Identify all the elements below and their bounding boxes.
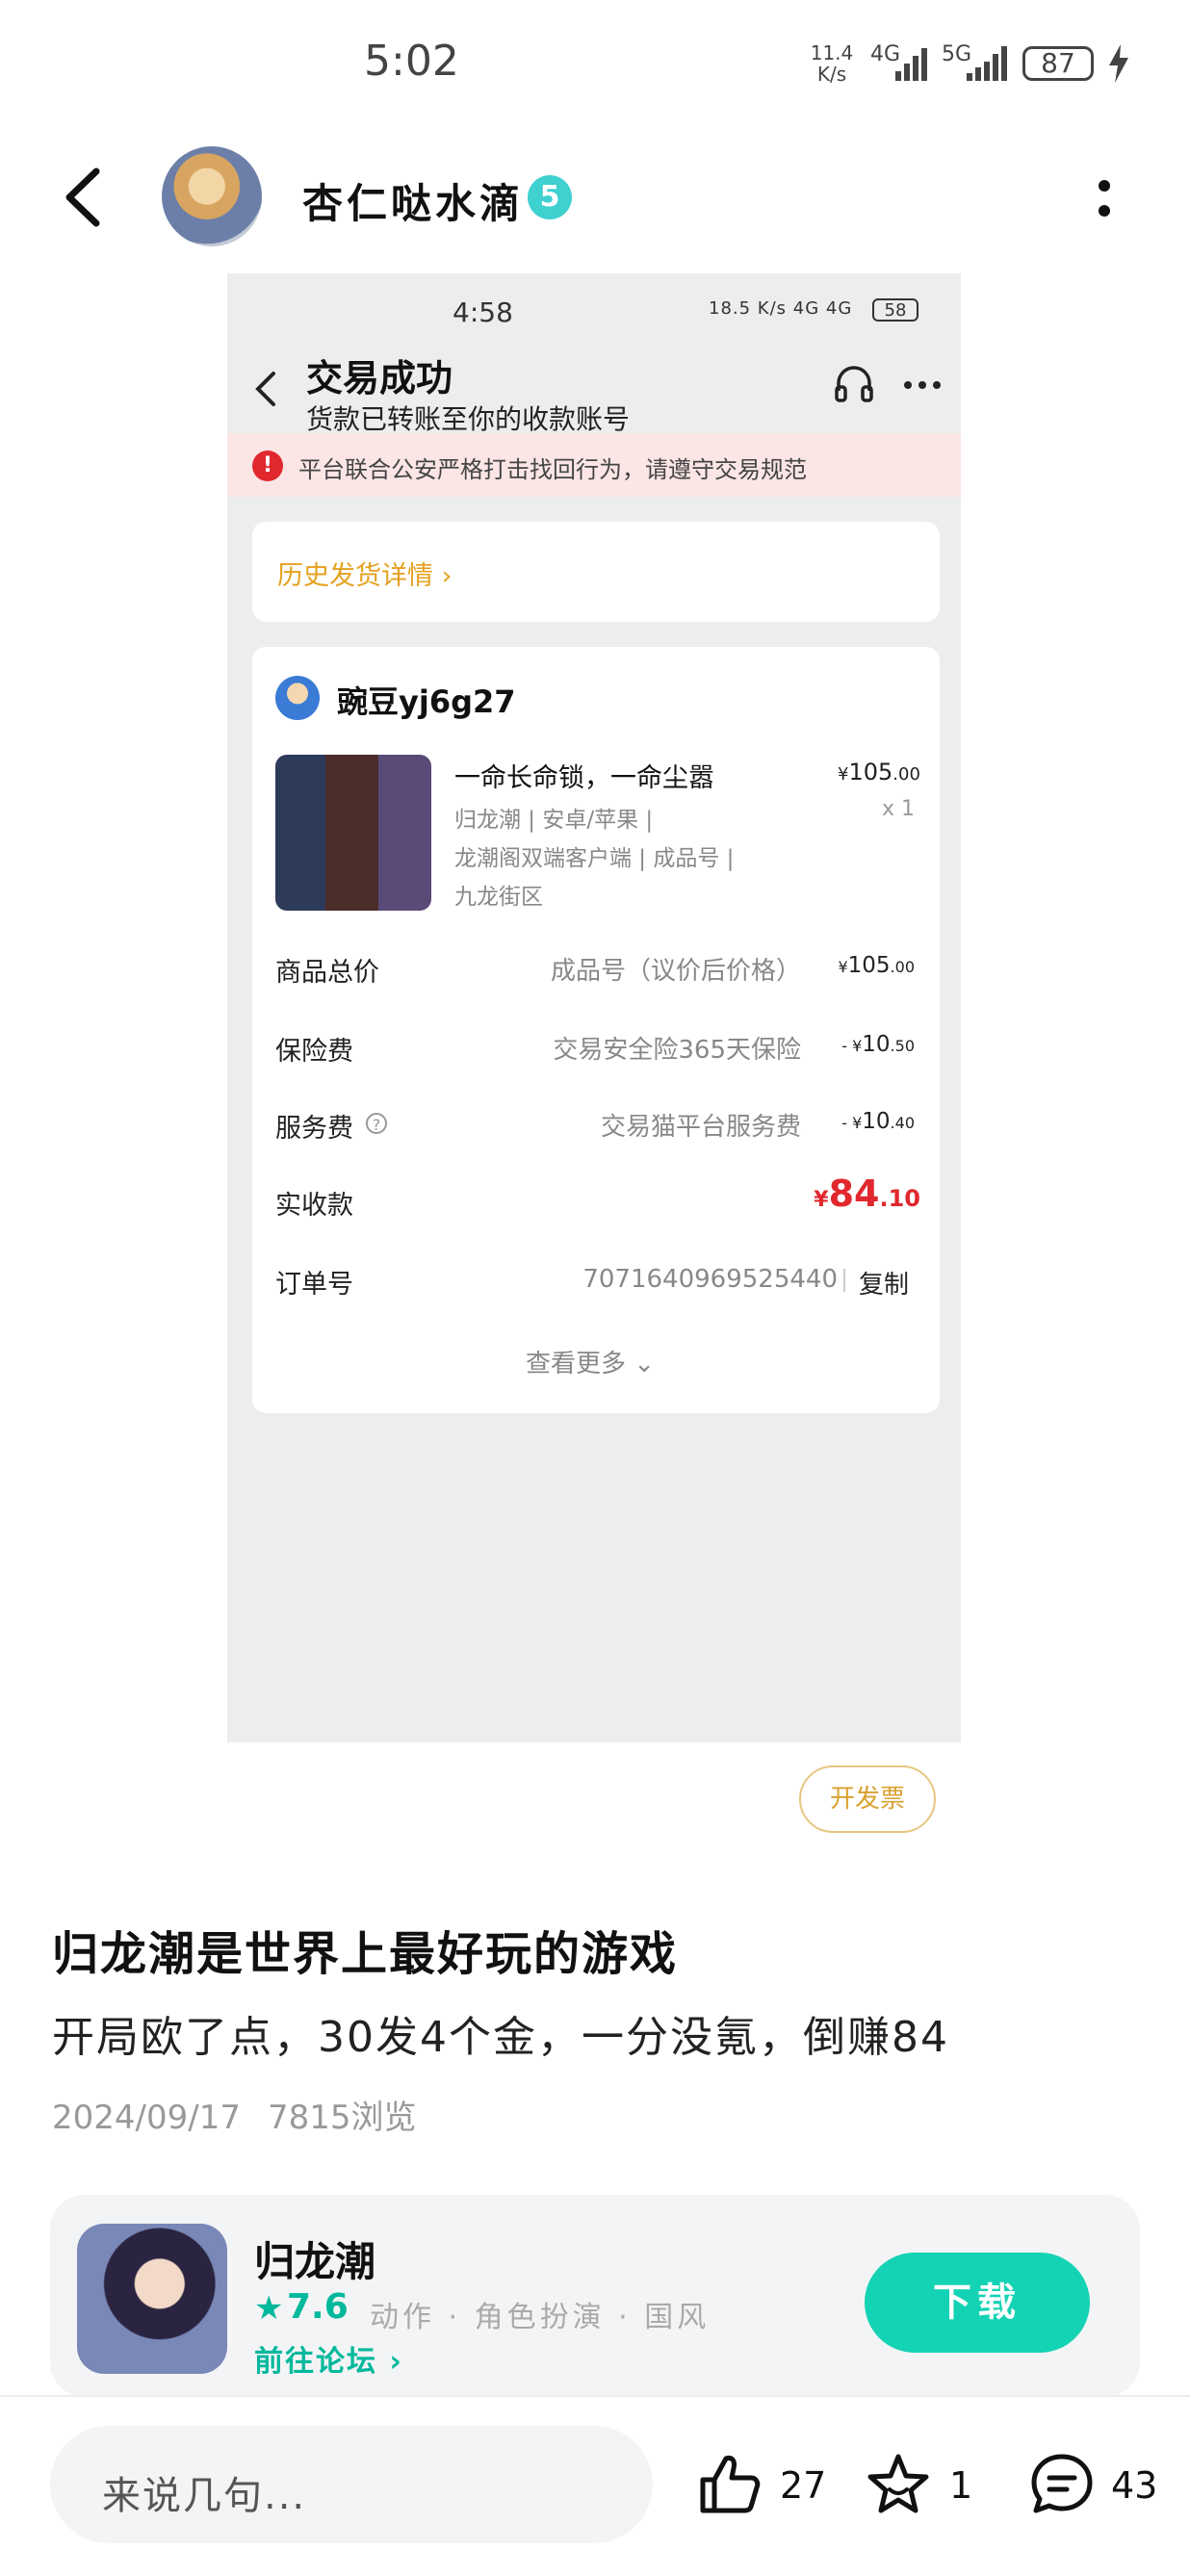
service-fee-label: 服务费 xyxy=(275,1114,353,1144)
post-image-screenshot[interactable]: 4:58 18.5 K/s 4G 4G 58 交易成功 货款已转账至你的收款账号… xyxy=(227,273,961,1742)
like-count: 27 xyxy=(780,2464,827,2507)
forum-link-label: 前往论坛 xyxy=(254,2345,377,2379)
game-tags: 动作 · 角色扮演 · 国风 xyxy=(370,2301,711,2334)
post-date: 2024/09/17 xyxy=(52,2099,241,2137)
chevron-down-icon: ⌄ xyxy=(634,1350,656,1378)
net-received-label: 实收款 xyxy=(275,1191,353,1221)
like-icon[interactable] xyxy=(695,2451,763,2518)
post-body: 开局欧了点，30发4个金，一分没氪，倒赚84 xyxy=(52,2013,949,2062)
seller-avatar xyxy=(275,676,320,720)
comment-placeholder: 来说几句... xyxy=(102,2474,307,2518)
inner-back-icon xyxy=(255,372,275,406)
status-time: 5:02 xyxy=(364,37,459,86)
chevron-right-icon: › xyxy=(389,2345,403,2379)
see-more-label: 查看更多 xyxy=(526,1350,627,1378)
trade-status-title: 交易成功 xyxy=(306,357,453,399)
service-fee-int: 10 xyxy=(862,1109,891,1134)
product-price-int: 105 xyxy=(848,759,893,786)
headset-icon xyxy=(835,366,873,402)
total-price-label: 商品总价 xyxy=(275,958,379,988)
signal-5g-icon xyxy=(967,46,1007,81)
help-icon[interactable]: ? xyxy=(366,1113,387,1134)
charging-icon xyxy=(1109,44,1128,83)
favorite-star-icon[interactable] xyxy=(865,2451,932,2518)
forum-link[interactable]: 前往论坛 › xyxy=(254,2337,403,2380)
product-price: ¥105.00 xyxy=(838,759,920,786)
net-received-value: ¥84.10 xyxy=(814,1172,920,1215)
more-options-icon[interactable] xyxy=(1098,179,1111,218)
network-speed-value: 11.4 xyxy=(810,41,854,64)
author-name[interactable]: 杏仁哒水滴 xyxy=(302,171,524,230)
game-icon[interactable] xyxy=(77,2224,227,2374)
product-thumbnail xyxy=(275,755,431,911)
inner-battery: 58 xyxy=(872,298,918,322)
total-price-value: ¥105.00 xyxy=(838,953,915,978)
insurance-int: 10 xyxy=(862,1032,891,1057)
bottom-divider xyxy=(0,2395,1190,2397)
product-price-dec: .00 xyxy=(892,764,920,785)
copy-button[interactable]: 复制 xyxy=(859,1265,909,1301)
game-name[interactable]: 归龙潮 xyxy=(254,2229,375,2288)
level-badge: 5 xyxy=(528,175,572,219)
warning-icon: ! xyxy=(252,451,283,481)
invoice-button[interactable]: 开发票 xyxy=(799,1765,936,1833)
order-number-label: 订单号 xyxy=(275,1270,353,1300)
see-more-link: 查看更多 ⌄ xyxy=(526,1344,655,1379)
product-quantity: x 1 xyxy=(882,797,916,821)
game-rating: 7.6 xyxy=(287,2287,349,2327)
insurance-desc: 交易安全险365天保险 xyxy=(553,1036,801,1065)
comment-icon[interactable] xyxy=(1028,2451,1096,2518)
inner-status-icons: 18.5 K/s 4G 4G xyxy=(709,298,853,319)
chevron-right-icon: › xyxy=(441,561,453,591)
service-fee-value: - ¥10.40 xyxy=(841,1109,915,1134)
product-tag-line: 归龙潮 | 安卓/苹果 | xyxy=(454,808,654,833)
insurance-dec: .50 xyxy=(890,1037,915,1055)
download-button[interactable]: 下载 xyxy=(865,2253,1090,2353)
back-arrow-icon[interactable] xyxy=(58,166,112,229)
total-price-int: 105 xyxy=(847,953,891,978)
insurance-value: - ¥10.50 xyxy=(841,1032,915,1057)
product-title: 一命长命锁，一命尘嚣 xyxy=(454,763,714,793)
service-fee-dec: .40 xyxy=(890,1114,915,1132)
post-title: 归龙潮是世界上最好玩的游戏 xyxy=(52,1927,679,1981)
warning-text: 平台联合公安严格打击找回行为，请遵守交易规范 xyxy=(298,456,807,483)
trade-status-subtitle: 货款已转账至你的收款账号 xyxy=(306,403,631,435)
signal-4g-icon xyxy=(895,48,927,81)
star-icon: ★ xyxy=(254,2289,284,2328)
history-link-label: 历史发货详情 xyxy=(277,561,433,591)
post-views: 7815浏览 xyxy=(267,2099,417,2137)
history-link: 历史发货详情 › xyxy=(277,554,452,592)
net-received-int: 84 xyxy=(828,1172,880,1215)
inner-status-time: 4:58 xyxy=(453,296,513,328)
divider xyxy=(843,1269,845,1292)
service-fee-desc: 交易猫平台服务费 xyxy=(600,1113,801,1142)
order-number: 7071640969525440 xyxy=(582,1265,838,1294)
seller-name: 豌豆yj6g27 xyxy=(337,683,516,720)
network-speed: 11.4 K/s xyxy=(807,42,857,85)
insurance-label: 保险费 xyxy=(275,1037,353,1067)
comment-count: 43 xyxy=(1111,2464,1158,2507)
favorite-count: 1 xyxy=(949,2464,973,2507)
inner-more-icon xyxy=(904,381,941,389)
post-meta: 2024/09/17 7815浏览 xyxy=(52,2091,444,2138)
product-tag-line: 龙潮阁双端客户端 | 成品号 | xyxy=(454,846,735,871)
total-price-dec: .00 xyxy=(890,958,915,976)
product-tag-line: 九龙街区 xyxy=(454,885,543,910)
author-avatar[interactable] xyxy=(162,146,262,246)
network-speed-unit: K/s xyxy=(816,63,847,86)
battery-indicator: 87 xyxy=(1022,46,1094,81)
total-price-desc: 成品号（议价后价格） xyxy=(550,957,801,986)
net-received-dec: .10 xyxy=(879,1185,920,1212)
